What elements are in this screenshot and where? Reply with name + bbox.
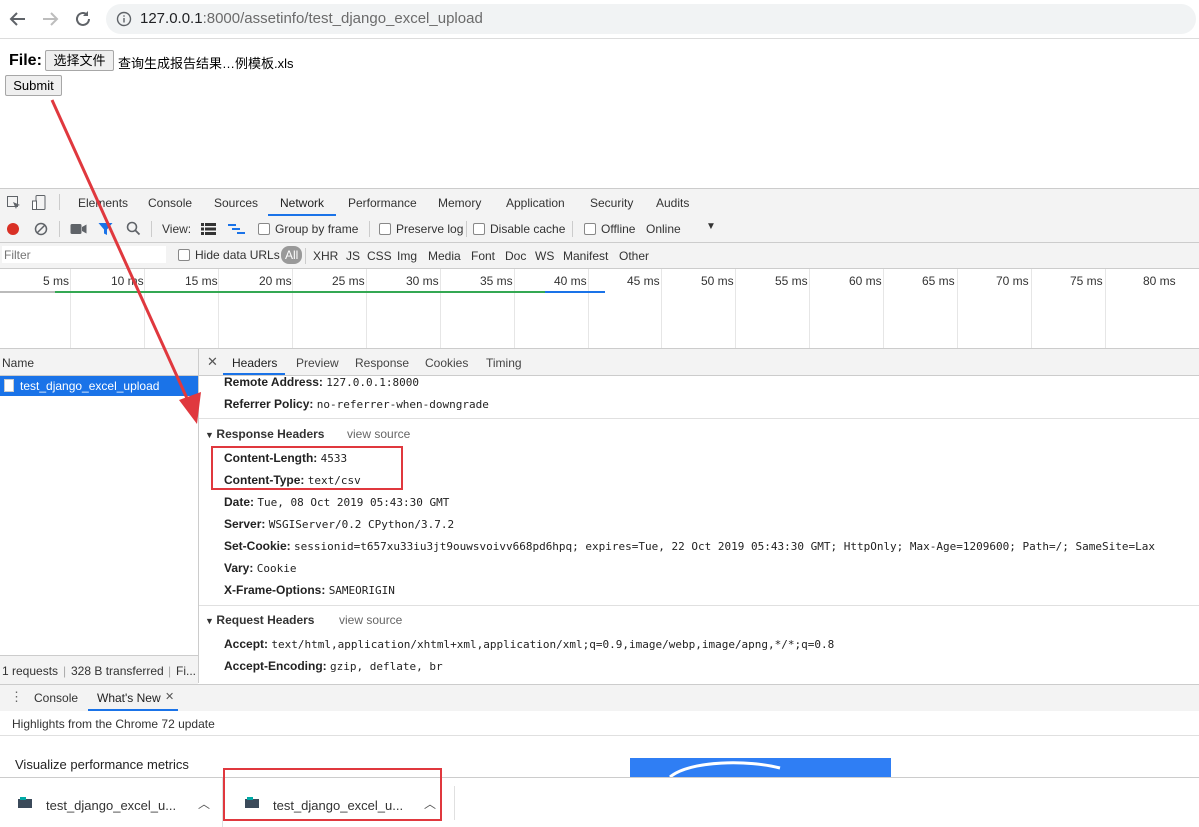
annotation-arrow (50, 99, 201, 424)
